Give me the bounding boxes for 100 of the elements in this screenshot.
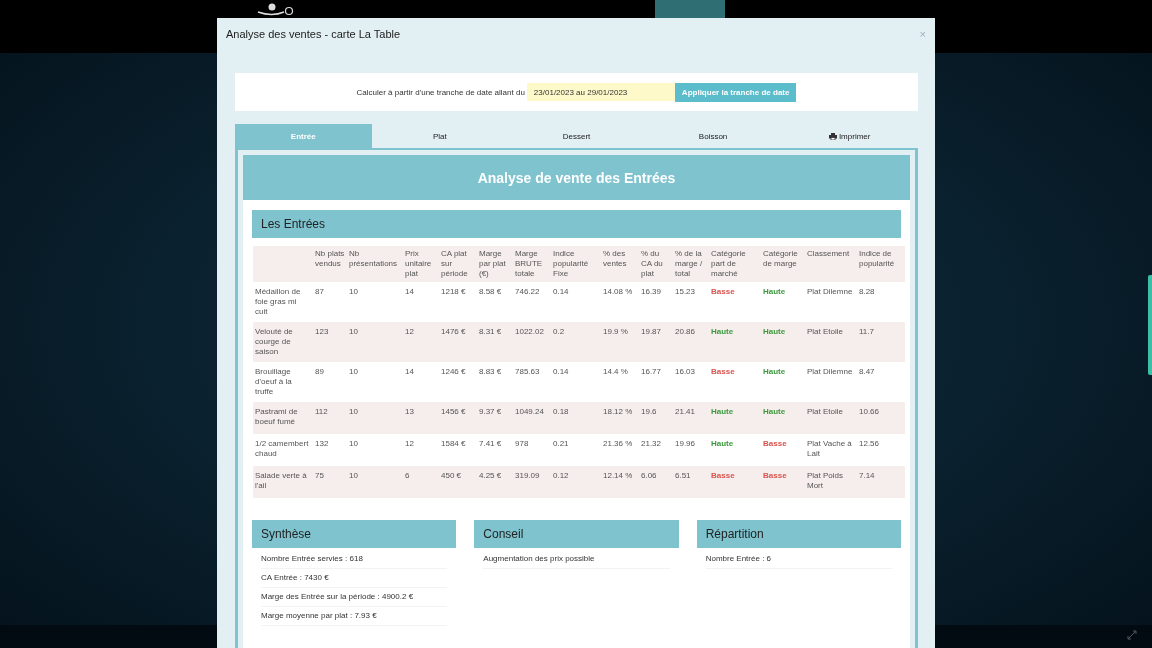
table-cell: 14 [405, 367, 414, 376]
tab[interactable]: Boisson [644, 124, 782, 148]
table-cell: Plat Poids Mort [807, 471, 844, 490]
table-cell: Plat Vache à Lait [807, 439, 852, 458]
table-cell: 1022.02 [515, 327, 544, 336]
category-label: Basse [711, 367, 735, 376]
table-cell: 8.58 € [479, 287, 502, 296]
table-cell: 21.41 [675, 407, 696, 416]
table-cell: 1456 € [441, 407, 466, 416]
table-cell: 9.37 € [479, 407, 502, 416]
summary-line: Nombre Entrée servies : 618 [261, 550, 448, 569]
printer-icon [828, 132, 837, 140]
summary-line: Nombre Entrée : 6 [705, 550, 892, 569]
table-cell: 10 [349, 367, 358, 376]
section-title: Les Entrées [252, 210, 901, 238]
card-title: Répartition [696, 520, 901, 548]
table-cell: 450 € [441, 471, 462, 480]
table-cell: 20.86 [675, 327, 696, 336]
dish-name: Brouillage d'oeuf à la truffe [255, 367, 292, 396]
nav-tab[interactable] [655, 0, 725, 18]
table-cell: 89 [315, 367, 324, 376]
table-cell: 87 [315, 287, 324, 296]
table-cell: 0.14 [553, 287, 569, 296]
column-header: % des ventes [603, 249, 627, 268]
table-cell: 6.51 [675, 471, 691, 480]
table-cell: 15.23 [675, 287, 696, 296]
table-cell: 132 [315, 439, 329, 448]
table-cell: 1246 € [441, 367, 466, 376]
date-range-field[interactable]: 23/01/2023 au 29/01/2023 [526, 83, 675, 101]
tab[interactable]: Plat [371, 124, 509, 148]
category-label: Basse [763, 471, 787, 480]
category-label: Haute [763, 367, 786, 376]
column-header: % de la marge / total [675, 249, 703, 278]
expand-icon[interactable] [1127, 630, 1137, 640]
table-cell: 10 [349, 287, 358, 296]
table-cell: 16.39 [641, 287, 662, 296]
table-cell: 14 [405, 287, 414, 296]
table-cell: 75 [315, 471, 324, 480]
table-cell: 21.32 [641, 439, 662, 448]
dish-name: Velouté de courge de saison [255, 327, 293, 356]
table-cell: 12 [405, 439, 414, 448]
table-cell: 0.21 [553, 439, 569, 448]
summary-line: Marge des Entrée sur la période : 4900.2 € [261, 588, 448, 607]
table-cell: 1218 € [441, 287, 466, 296]
table-cell: 112 [315, 407, 328, 416]
table-cell: 10 [349, 439, 358, 448]
table-cell: 8.31 € [479, 327, 502, 336]
table-cell: 1584 € [441, 439, 466, 448]
tab[interactable]: Dessert [508, 124, 645, 148]
table-cell: Plat Etoile [807, 327, 844, 336]
side-handle[interactable] [1148, 275, 1152, 375]
column-header: Prix unitaire plat [405, 249, 432, 278]
table-cell: 7.14 [859, 471, 875, 480]
table-cell: 6.06 [641, 471, 657, 480]
table-cell: 0.14 [553, 367, 569, 376]
table-cell: 10 [349, 407, 358, 416]
table-cell: 14.4 % [603, 367, 628, 376]
table-cell: 16.77 [641, 367, 662, 376]
table-cell: 14.08 % [603, 287, 633, 296]
table-cell: 13 [405, 407, 414, 416]
dish-name: Salade verte à l'ail [255, 471, 307, 490]
table-cell: 6 [405, 471, 410, 480]
tab[interactable]: Imprimer [781, 124, 918, 148]
category-label: Haute [763, 407, 786, 416]
column-header: Marge BRUTE totale [515, 249, 543, 278]
table-cell: 19.6 [641, 407, 657, 416]
table-cell: 0.12 [553, 471, 569, 480]
category-label: Basse [711, 287, 735, 296]
summary-line: Augmentation des prix possible [483, 550, 670, 569]
column-header: Nb plats vendus [315, 249, 345, 268]
column-header: Catégorie part de marché [711, 249, 746, 278]
column-header: Indice popularité Fixe [553, 249, 589, 278]
table-cell: 319.09 [515, 471, 540, 480]
table-cell: 19.87 [641, 327, 662, 336]
card-title: Conseil [474, 520, 679, 548]
panel-title: Analyse de vente des Entrées [243, 155, 910, 200]
column-header: CA plat sur période [441, 249, 468, 278]
dish-name: Pastrami de boeuf fumé [255, 407, 298, 426]
column-header: Classement [807, 249, 850, 258]
table-cell: 10.66 [859, 407, 880, 416]
table-cell: 0.2 [553, 327, 565, 336]
table-cell: 1049.24 [515, 407, 544, 416]
table-cell: 8.47 [859, 367, 875, 376]
column-header: Nb présentations [349, 249, 398, 268]
table-cell: Plat Dilemne [807, 367, 853, 376]
summary-line: CA Entrée : 7430 € [261, 569, 448, 588]
table-cell: Plat Dilemne [807, 287, 853, 296]
table-cell: 10 [349, 471, 358, 480]
category-label: Haute [763, 287, 786, 296]
table-cell: 4.25 € [479, 471, 502, 480]
category-label: Haute [711, 327, 734, 336]
table-cell: 8.28 [859, 287, 875, 296]
table-cell: 123 [315, 327, 329, 336]
modal-title: Analyse des ventes - carte La Table [226, 28, 401, 40]
table-cell: 18.12 % [603, 407, 633, 416]
summary-line: Marge moyenne par plat : 7.93 € [261, 607, 448, 626]
category-label: Haute [763, 327, 786, 336]
table-cell: 12.56 [859, 439, 880, 448]
category-label: Haute [711, 407, 734, 416]
column-header: Indice de popularité [859, 249, 895, 268]
